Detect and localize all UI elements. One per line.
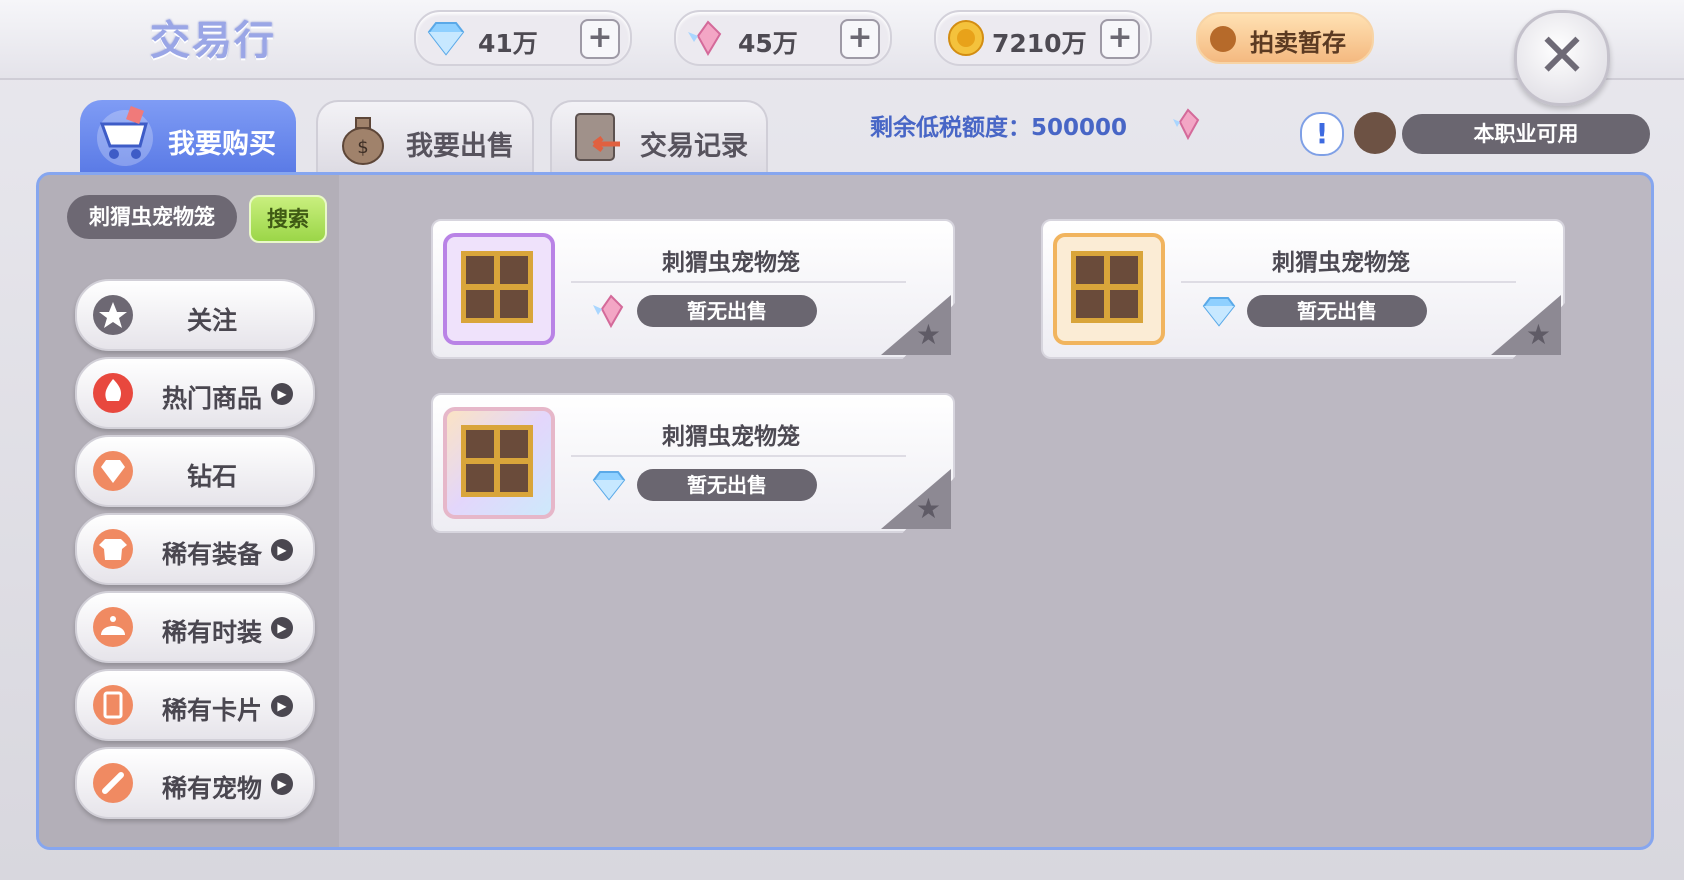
favorite-star-icon[interactable]: ★ — [916, 318, 941, 351]
record-scroll-icon — [575, 113, 620, 161]
close-button[interactable]: ✕ — [1514, 10, 1610, 106]
main-panel: 刺猬虫宠物笼 搜索 关注 热门商品 ▶ 钻石 稀有装备 ▶ 稀有时装 ▶ 稀有卡… — [36, 172, 1654, 850]
chevron-right-icon: ▶ — [271, 617, 293, 639]
category-sidebar: 刺猬虫宠物笼 搜索 关注 热门商品 ▶ 钻石 稀有装备 ▶ 稀有时装 ▶ 稀有卡… — [39, 175, 339, 847]
job-filter-button[interactable]: 本职业可用 — [1402, 114, 1650, 154]
chevron-right-icon: ▶ — [271, 773, 293, 795]
divider — [571, 281, 906, 283]
bone-icon — [93, 763, 133, 803]
category-costume[interactable]: 稀有时装 ▶ — [75, 591, 315, 663]
category-pet[interactable]: 稀有宠物 ▶ — [75, 747, 315, 819]
page-title: 交易行 — [150, 18, 276, 64]
chevron-right-icon: ▶ — [271, 695, 293, 717]
item-frame — [443, 407, 555, 519]
tax-quota-label: 剩余低税额度： — [870, 115, 1031, 141]
chevron-right-icon: ▶ — [271, 539, 293, 561]
add-zeny-button[interactable]: + — [1100, 19, 1140, 59]
diamond-icon — [93, 451, 133, 491]
item-card[interactable]: ★ 刺猬虫宠物笼 暂无出售 — [431, 219, 955, 359]
hot-icon — [93, 373, 133, 413]
category-equipment-label: 稀有装备 — [161, 540, 262, 569]
star-icon — [93, 295, 133, 335]
category-costume-label: 稀有时装 — [161, 618, 262, 647]
zeny-amount: 7210万 — [992, 29, 1087, 58]
tab-buy-label: 我要购买 — [168, 129, 276, 160]
item-name: 刺猬虫宠物笼 — [1272, 250, 1410, 276]
winged-gem-icon — [1173, 108, 1200, 140]
costume-icon — [93, 607, 133, 647]
job-filter-toggle[interactable] — [1354, 112, 1396, 154]
item-status: 暂无出售 — [637, 469, 817, 501]
svg-text:$: $ — [357, 137, 368, 158]
item-status: 暂无出售 — [637, 295, 817, 327]
zeny-currency: 7210万 + — [934, 10, 1152, 66]
diamond-icon — [427, 22, 465, 56]
item-card[interactable]: ★ 刺猬虫宠物笼 暂无出售 — [1041, 219, 1565, 359]
item-frame — [443, 233, 555, 345]
winged-gem-icon — [688, 20, 722, 56]
gem-currency: 45万 + — [674, 10, 892, 66]
info-icon[interactable]: ! — [1300, 112, 1344, 156]
divider — [571, 455, 906, 457]
gavel-icon — [1210, 26, 1236, 52]
item-status: 暂无出售 — [1247, 295, 1427, 327]
item-name: 刺猬虫宠物笼 — [662, 250, 800, 276]
item-card[interactable]: ★ 刺猬虫宠物笼 暂无出售 — [431, 393, 955, 533]
diamond-icon — [592, 471, 626, 501]
pet-cage-icon — [461, 251, 533, 323]
tab-records[interactable]: 交易记录 — [550, 100, 768, 174]
category-follow-label: 关注 — [186, 306, 237, 335]
shirt-icon — [93, 529, 133, 569]
tab-sell-label: 我要出售 — [406, 131, 514, 162]
auction-storage-label: 拍卖暂存 — [1250, 29, 1346, 57]
tax-quota: 剩余低税额度：500000 — [870, 108, 1127, 142]
item-frame — [1053, 233, 1165, 345]
category-hot[interactable]: 热门商品 ▶ — [75, 357, 315, 429]
gem-amount: 45万 — [738, 29, 798, 58]
diamond-currency: 41万 + — [414, 10, 632, 66]
money-bag-icon: $ — [342, 117, 384, 165]
tab-sell[interactable]: $ 我要出售 — [316, 100, 534, 174]
category-card-label: 稀有卡片 — [161, 696, 262, 725]
add-gem-button[interactable]: + — [840, 19, 880, 59]
search-input[interactable]: 刺猬虫宠物笼 — [67, 195, 237, 239]
category-card[interactable]: 稀有卡片 ▶ — [75, 669, 315, 741]
category-pet-label: 稀有宠物 — [161, 774, 262, 803]
chevron-right-icon: ▶ — [271, 383, 293, 405]
category-hot-label: 热门商品 — [161, 384, 262, 413]
divider — [1181, 281, 1516, 283]
close-icon: ✕ — [1536, 21, 1588, 91]
favorite-star-icon[interactable]: ★ — [916, 492, 941, 525]
category-diamond-label: 钻石 — [186, 462, 237, 491]
category-equipment[interactable]: 稀有装备 ▶ — [75, 513, 315, 585]
zeny-coin-icon — [948, 20, 984, 56]
search-button[interactable]: 搜索 — [249, 195, 327, 243]
add-diamond-button[interactable]: + — [580, 19, 620, 59]
winged-gem-icon — [593, 294, 624, 329]
category-follow[interactable]: 关注 — [75, 279, 315, 351]
category-diamond[interactable]: 钻石 — [75, 435, 315, 507]
card-icon — [93, 685, 133, 725]
tab-records-label: 交易记录 — [640, 131, 748, 162]
tax-quota-value: 500000 — [1031, 115, 1128, 141]
pet-cage-icon — [1071, 251, 1143, 323]
item-name: 刺猬虫宠物笼 — [662, 424, 800, 450]
tab-buy[interactable]: 我要购买 — [80, 100, 296, 172]
pet-cage-icon — [461, 425, 533, 497]
favorite-star-icon[interactable]: ★ — [1526, 318, 1551, 351]
diamond-amount: 41万 — [478, 29, 538, 58]
auction-storage-button[interactable]: 拍卖暂存 — [1196, 12, 1374, 64]
shopping-cart-icon — [97, 106, 153, 166]
diamond-icon — [1202, 297, 1236, 327]
